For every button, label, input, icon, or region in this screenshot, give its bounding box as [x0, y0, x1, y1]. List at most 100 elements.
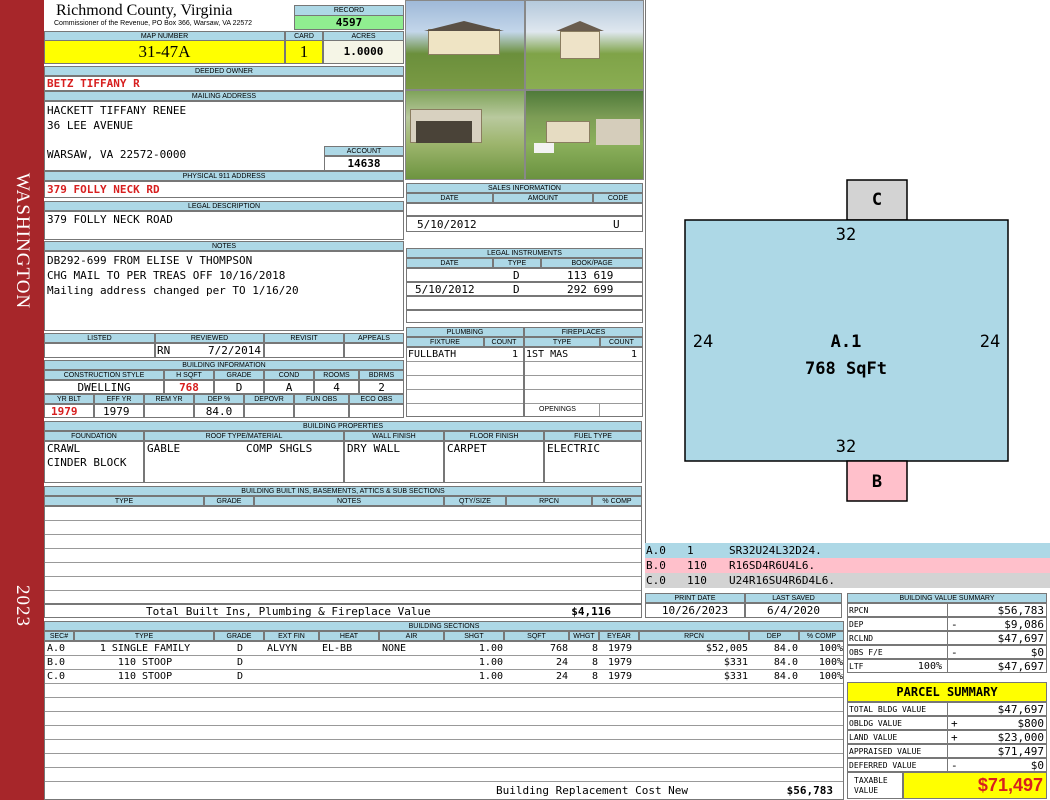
section-grade: D [236, 643, 244, 654]
vsum-row: RCLND $47,697 [847, 631, 1047, 645]
prop-foundation-1: CRAWL [47, 442, 81, 455]
bi-style: DWELLING [44, 380, 164, 394]
bi-h-ecoobs: ECO OBS [349, 394, 404, 404]
prop-h-wall: WALL FINISH [344, 431, 444, 441]
prop-h-roof: ROOF TYPE/MATERIAL [144, 431, 344, 441]
sales-header: SALES INFORMATION [406, 183, 643, 193]
vsum-value: $0 [1030, 646, 1044, 659]
last-saved: 6/4/2020 [745, 603, 842, 618]
section-comp: 100% [818, 643, 843, 654]
replacement-label: Building Replacement Cost New [496, 784, 689, 797]
bi-h-funobs: FUN OBS [294, 394, 349, 404]
sections-h-dep: DEP [749, 631, 799, 641]
openings-label: OPENINGS [539, 405, 576, 415]
psum-name: LAND VALUE [849, 733, 898, 742]
fire-h-type: TYPE [524, 337, 600, 347]
vsum-name: LTF [849, 662, 864, 671]
section-comp: 100% [818, 671, 843, 682]
county-title: Richmond County, Virginia [56, 2, 233, 19]
sketch-main-label: A.1 [831, 332, 862, 352]
sections-h-shgt: SHGT [444, 631, 504, 641]
legal-header: LEGAL DESCRIPTION [44, 201, 404, 211]
psum-name: OBLDG VALUE [849, 719, 902, 728]
sketch-code-row[interactable]: B.0 110 R16SD4R6U4L6. [645, 558, 1050, 573]
revisit-header: REVISIT [264, 333, 344, 343]
bi-h-grade: GRADE [214, 370, 264, 380]
bi-grade: D [214, 380, 264, 394]
bi-effyr: 1979 [94, 404, 144, 418]
mailing-line-3: WARSAW, VA 22572-0000 [47, 148, 187, 161]
owner-name: BETZ TIFFANY R [44, 76, 404, 91]
sketch-code-row[interactable]: A.0 1 SR32U24L32D24. [645, 543, 1050, 558]
property-photo-2[interactable] [525, 0, 644, 90]
bi-depovr [244, 404, 294, 418]
sections-h-sec: SEC# [44, 631, 74, 641]
property-photo-3[interactable] [405, 90, 525, 180]
bi-funobs [294, 404, 349, 418]
bi-sqft: 768 [164, 380, 214, 394]
section-dep: 84.0 [773, 671, 798, 682]
parcel-summary: TOTAL BLDG VALUE $47,697 OBLDG VALUE + $800 L… [847, 702, 1047, 772]
prop-foundation-2: CINDER BLOCK [47, 456, 127, 469]
li-h-date: DATE [406, 258, 493, 268]
property-photo-1[interactable] [405, 0, 525, 90]
sales-code: U [613, 218, 620, 231]
prop-h-fuel: FUEL TYPE [544, 431, 642, 441]
replacement-value: $56,783 [786, 784, 833, 797]
sidebar: WASHINGTON 2023 [0, 0, 44, 800]
sketch-code-sec: B.0 [646, 559, 666, 572]
fire-count: 1 [630, 349, 637, 360]
psum-name: DEFERRED VALUE [849, 761, 917, 770]
sections-h-ext: EXT FIN [264, 631, 319, 641]
parcel-summary-header: PARCEL SUMMARY [847, 682, 1047, 702]
last-saved-header: LAST SAVED [745, 593, 842, 603]
psum-row: OBLDG VALUE + $800 [847, 716, 1047, 730]
plumb-h-fixture: FIXTURE [406, 337, 484, 347]
vsum-name: RPCN [849, 606, 869, 615]
plumbing-box: FULLBATH 1 [406, 347, 524, 417]
sections-h-sqft: SQFT [504, 631, 569, 641]
li-h-type: TYPE [493, 258, 541, 268]
psum-sign: + [951, 731, 958, 744]
section-rpcn: $52,005 [705, 643, 748, 654]
listed-value [44, 343, 155, 358]
builtins-total-value: $4,116 [571, 605, 611, 618]
owner-header: DEEDED OWNER [44, 66, 404, 76]
county-address: Commissioner of the Revenue, PO Box 366,… [54, 20, 253, 27]
section-sqft: 24 [555, 657, 568, 668]
sales-h-date: DATE [406, 193, 493, 203]
psum-value: $47,697 [997, 703, 1044, 716]
card-number: 1 [285, 40, 323, 64]
sales-row-empty [406, 203, 643, 216]
builtins-total-label: Total Built Ins, Plumbing & Fireplace Va… [146, 605, 431, 618]
sections-h-type: TYPE [74, 631, 214, 641]
sections-h-rpcn: RPCN [639, 631, 749, 641]
prop-roof-type: GABLE [147, 442, 181, 455]
psum-sign: - [951, 759, 958, 772]
sales-h-code: CODE [593, 193, 643, 203]
builtins-h-notes: NOTES [254, 496, 444, 506]
prop-roof-material: COMP SHGLS [246, 442, 313, 455]
builtins-h-grade: GRADE [204, 496, 254, 506]
print-date-header: PRINT DATE [645, 593, 745, 603]
vsum-sign: - [951, 618, 958, 631]
vsum-name: RCLND [849, 634, 874, 643]
properties-header: BUILDING PROPERTIES [44, 421, 642, 431]
sketch-code-row[interactable]: C.0 110 U24R16SU4R6D4L6. [645, 573, 1050, 588]
fire-type: 1ST MAS [526, 349, 569, 360]
plumbing-header: PLUMBING [406, 327, 524, 337]
property-photo-4[interactable] [525, 90, 644, 180]
fireplaces-header: FIREPLACES [524, 327, 643, 337]
bi-h-sqft: H SQFT [164, 370, 214, 380]
vsum-value: $9,086 [1004, 618, 1044, 631]
sections-h-comp: % COMP [799, 631, 844, 641]
plumb-h-count: COUNT [484, 337, 524, 347]
physical-header: PHYSICAL 911 ADDRESS [44, 171, 404, 181]
reviewed-date: 7/2/2014 [208, 344, 261, 357]
li-row-2: 5/10/2012 D 292 699 [406, 282, 643, 296]
appeals-value [344, 343, 404, 358]
taxable-label-1: TAXABLE [854, 776, 888, 785]
section-whgt: 8 [591, 643, 598, 654]
section-grade: D [236, 671, 244, 682]
acres-value: 1.0000 [323, 40, 404, 64]
